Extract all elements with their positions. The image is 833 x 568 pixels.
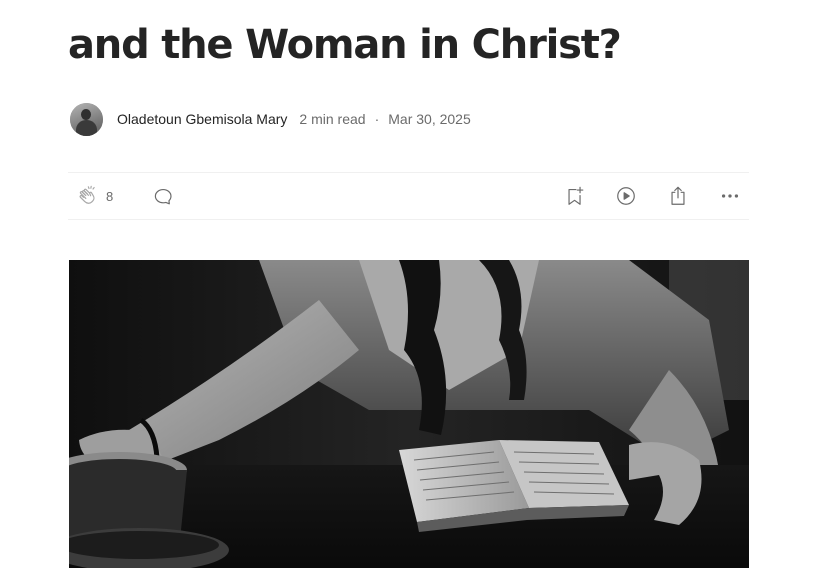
meta-separator: · [374,111,380,127]
more-icon [719,185,741,207]
hero-image [69,260,749,568]
author-name[interactable]: Oladetoun Gbemisola Mary [117,111,287,127]
publish-date: Mar 30, 2025 [388,111,471,127]
clap-count: 8 [106,188,114,204]
article-action-bar: 8 [68,172,749,220]
bookmark-add-icon [564,185,586,207]
author-avatar[interactable] [70,102,103,136]
play-icon [615,185,637,207]
save-button[interactable] [564,173,586,219]
clap-button[interactable]: 8 [78,173,113,219]
share-button[interactable] [667,173,689,219]
article-title: and the Woman in Christ? [68,22,622,68]
read-time: 2 min read [299,111,366,127]
share-icon [667,185,689,207]
comment-button[interactable] [152,173,174,219]
comment-icon [152,185,174,207]
more-button[interactable] [719,173,741,219]
listen-button[interactable] [615,173,637,219]
clap-icon [78,185,100,207]
byline: Oladetoun Gbemisola Mary 2 min read · Ma… [70,102,471,136]
